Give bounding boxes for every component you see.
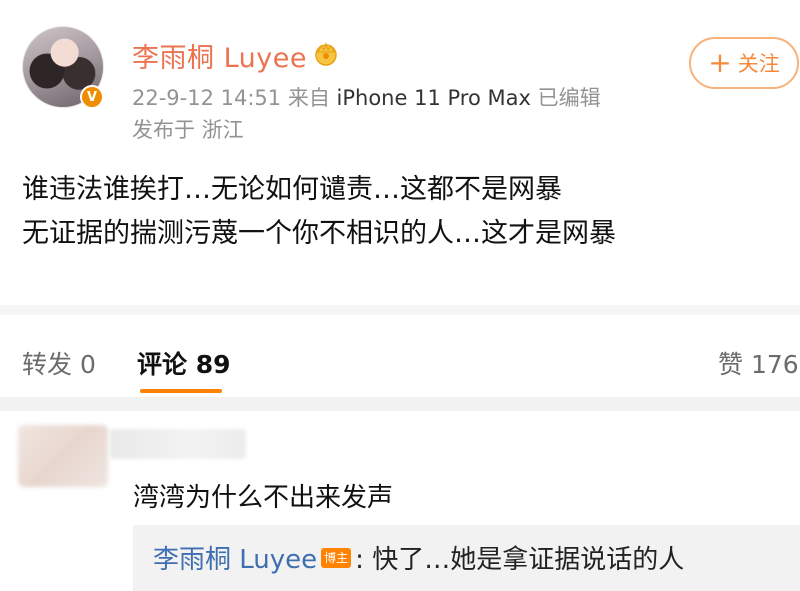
section-divider [0,397,800,411]
tab-comment[interactable]: 评论 89 [137,345,231,381]
post-from-label: 来自 [287,86,330,110]
tab-repost[interactable]: 转发 0 [22,345,96,381]
reply-box[interactable]: 李雨桐 Luyee 博主 : 快了…她是拿证据说话的人 [133,525,800,591]
active-tab-indicator [140,389,222,393]
post-edited[interactable]: 已编辑 [538,86,601,110]
post-meta: 22-9-12 14:51 来自 iPhone 11 Pro Max 已编辑 [132,82,601,112]
reply-line: 李雨桐 Luyee 博主 : 快了…她是拿证据说话的人 [153,539,684,576]
reply-text: : 快了…她是拿证据说话的人 [355,545,685,575]
commenter-name-blurred[interactable] [110,429,246,459]
crown-icon [315,42,337,66]
post-content-line: 无证据的揣测污蔑一个你不相识的人…这才是网暴 [22,218,616,249]
reply-author[interactable]: 李雨桐 Luyee [153,539,317,576]
post-location: 发布于 浙江 [132,118,244,142]
verified-badge-icon: V [80,85,104,109]
follow-button[interactable]: + 关注 [689,37,799,89]
plus-icon: + [708,46,732,79]
interaction-tabs: 转发 0 评论 89 赞 176 [0,305,800,397]
post-content-line: 谁违法谁挨打…无论如何谴责…这都不是网暴 [22,174,562,205]
weibo-post: V 李雨桐 Luyee + 关注 22-9-12 14:51 来自 iPhone… [0,0,800,305]
commenter-avatar-blurred[interactable] [18,425,108,487]
post-time: 22-9-12 14:51 [132,86,282,110]
comment-item: 湾湾为什么不出来发声 李雨桐 Luyee 博主 : 快了…她是拿证据说话的人 [0,411,800,591]
post-username[interactable]: 李雨桐 Luyee [132,36,307,75]
author-badge: 博主 [321,547,352,568]
tab-like[interactable]: 赞 176 [718,345,799,381]
post-content: 谁违法谁挨打…无论如何谴责…这都不是网暴 无证据的揣测污蔑一个你不相识的人…这才… [22,168,616,256]
comment-text: 湾湾为什么不出来发声 [133,483,394,513]
post-device[interactable]: iPhone 11 Pro Max [337,86,531,110]
follow-label: 关注 [737,52,780,76]
